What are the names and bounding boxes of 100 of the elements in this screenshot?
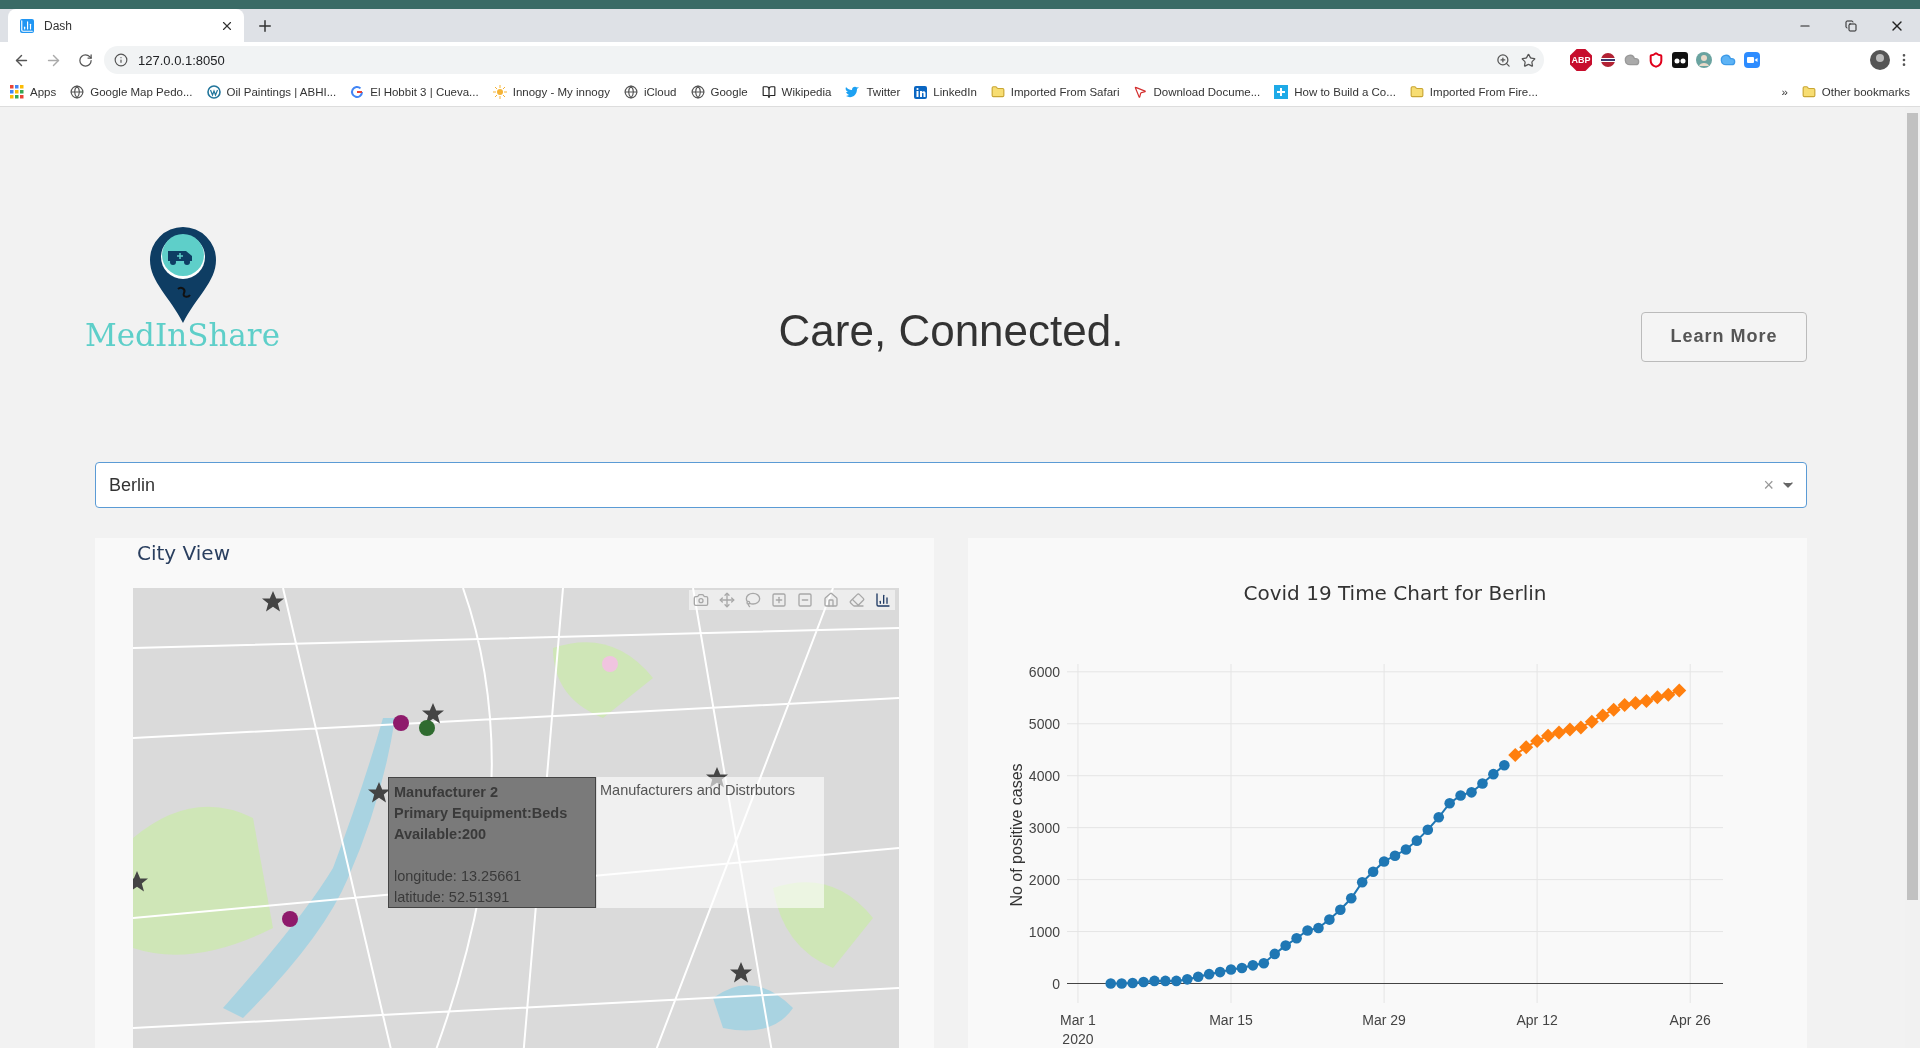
tooltip-text: latitude: 52.51391 xyxy=(394,888,511,907)
data-point xyxy=(1138,976,1149,988)
data-point xyxy=(1444,797,1455,809)
data-point xyxy=(1116,978,1127,989)
axis-tick-label: 6000 xyxy=(1028,663,1060,680)
data-point xyxy=(1628,695,1643,710)
reload-icon[interactable] xyxy=(77,52,93,68)
logo-text: MedInShare xyxy=(85,316,280,353)
axis-tick-label: 4000 xyxy=(1028,767,1060,784)
data-point xyxy=(1584,714,1599,729)
bookmark-link[interactable]: Oil Paintings | ABHI... xyxy=(206,85,337,99)
data-point xyxy=(1466,787,1477,798)
bookmark-link[interactable]: Wikipedia xyxy=(761,85,832,99)
data-point xyxy=(1225,964,1237,975)
legend-text: Manufacturers and Distrbutors xyxy=(600,782,796,798)
cloud-icon[interactable] xyxy=(1720,52,1736,68)
tooltip-text: Manufacturer 2 xyxy=(394,783,499,802)
axis-tick-label: Mar 29 xyxy=(1362,1012,1406,1028)
browser-tab[interactable]: Dash xyxy=(8,9,244,42)
zoom-icon[interactable] xyxy=(1496,52,1511,68)
apps-icon xyxy=(10,85,24,99)
cloud-icon[interactable] xyxy=(1624,52,1640,68)
globe-icon xyxy=(70,85,85,99)
data-point xyxy=(1389,850,1401,861)
bookmark-link[interactable]: Apps xyxy=(10,85,57,99)
data-point xyxy=(1378,856,1390,867)
bookmark-link[interactable]: Google Map Pedo... xyxy=(70,85,193,99)
data-point xyxy=(1573,720,1588,735)
data-point xyxy=(1455,790,1466,801)
axis-tick-label: Mar 1 2020 xyxy=(1060,1012,1096,1047)
data-point xyxy=(1477,778,1488,789)
folder-icon xyxy=(1801,85,1816,99)
bookmark-link[interactable]: El Hobbit 3 | Cueva... xyxy=(350,85,479,99)
tooltip-text: Primary Equipment:Beds xyxy=(394,804,569,823)
bookmark-link[interactable]: Twitter xyxy=(845,85,901,99)
more-bookmarks-button[interactable]: » xyxy=(1781,86,1788,98)
axis-tick-label: Mar 15 xyxy=(1209,1012,1253,1028)
info-icon xyxy=(114,53,128,67)
axis-tick-label: 2000 xyxy=(1028,871,1060,888)
mask-icon[interactable] xyxy=(1672,52,1688,68)
data-point xyxy=(1541,728,1556,743)
address-bar[interactable]: 127.0.0.1:8050 xyxy=(104,46,1544,74)
tab-title: Dash xyxy=(44,18,73,33)
axis-tick-label: 1000 xyxy=(1028,923,1060,940)
linkedin-icon xyxy=(914,85,928,99)
data-point xyxy=(1214,966,1226,978)
video-icon[interactable] xyxy=(1744,52,1760,68)
bookmark-link[interactable]: Other bookmarks xyxy=(1801,85,1910,99)
data-point xyxy=(1562,722,1577,737)
globe-icon xyxy=(623,85,638,99)
folder-icon xyxy=(1409,85,1424,99)
data-point xyxy=(1499,760,1510,771)
data-point xyxy=(1422,824,1434,836)
data-point xyxy=(1269,948,1281,960)
axis-tick-label: 0 xyxy=(1052,975,1060,992)
data-point xyxy=(1236,962,1248,974)
learn-more-button[interactable]: Learn More xyxy=(1641,311,1807,362)
bookmark-link[interactable]: How to Build a Co... xyxy=(1274,85,1396,99)
data-point xyxy=(1661,687,1676,702)
data-point xyxy=(1324,914,1335,925)
bookmark-link[interactable]: Download Docume... xyxy=(1133,85,1261,99)
axis-tick-label: Apr 26 xyxy=(1669,1012,1711,1028)
bird-icon xyxy=(845,85,861,99)
data-point xyxy=(1280,940,1291,951)
book-icon xyxy=(761,85,776,99)
shield-icon[interactable] xyxy=(1648,52,1664,68)
data-point xyxy=(1488,768,1499,780)
data-point xyxy=(1181,974,1193,985)
data-point xyxy=(1302,925,1313,936)
data-point xyxy=(1411,835,1423,846)
flag-icon[interactable] xyxy=(1600,52,1616,68)
chart-title: Covid 19 Time Chart for Berlin xyxy=(1243,581,1547,605)
data-point xyxy=(1356,876,1368,888)
data-point xyxy=(1433,811,1445,823)
data-point xyxy=(1508,747,1523,762)
avatar-icon[interactable] xyxy=(1696,52,1712,68)
bookmark-link[interactable]: LinkedIn xyxy=(914,85,977,99)
restore-icon[interactable] xyxy=(1845,19,1857,32)
bookmark-link[interactable]: Innogy - My innogy xyxy=(492,85,610,99)
data-point xyxy=(1335,904,1346,916)
data-point xyxy=(1291,933,1302,944)
bookmark-link[interactable]: iCloud xyxy=(623,85,677,99)
data-point xyxy=(1127,977,1138,989)
axis-tick-label: Apr 12 xyxy=(1516,1012,1558,1028)
data-point xyxy=(1639,693,1654,708)
data-point xyxy=(1247,960,1259,971)
tooltip-text: Available:200 xyxy=(394,825,488,844)
bookmark-star-icon[interactable] xyxy=(1521,52,1536,68)
bookmark-link[interactable]: Imported From Safari xyxy=(990,85,1120,99)
data-point xyxy=(1617,698,1632,713)
adblock-icon[interactable]: ABP xyxy=(1570,49,1592,71)
bookmark-link[interactable]: Google xyxy=(690,85,748,99)
data-point xyxy=(1203,968,1215,980)
profile-avatar[interactable] xyxy=(1870,50,1890,70)
chart-logo-icon[interactable] xyxy=(875,592,891,608)
cursor-icon xyxy=(1133,85,1148,99)
data-point xyxy=(1672,683,1687,698)
tooltip-text: longitude: 13.25661 xyxy=(394,867,523,886)
city-dropdown[interactable]: Berlin × xyxy=(95,462,1807,508)
bookmark-link[interactable]: Imported From Fire... xyxy=(1409,85,1538,99)
